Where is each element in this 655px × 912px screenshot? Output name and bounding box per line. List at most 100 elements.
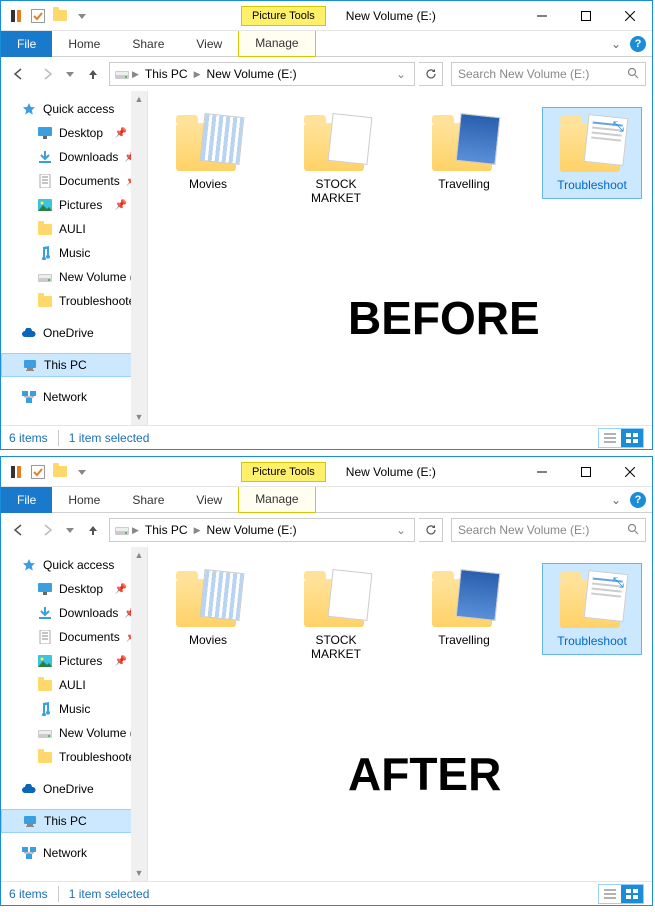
file-tab[interactable]: File xyxy=(1,487,52,513)
chevron-right-icon[interactable]: ▶ xyxy=(192,525,203,536)
address-dropdown-icon[interactable]: ⌄ xyxy=(392,67,410,81)
address-bar[interactable]: ▶ This PC ▶ New Volume (E:) ⌄ xyxy=(109,62,415,86)
details-view-button[interactable] xyxy=(599,885,621,903)
manage-tab[interactable]: Manage xyxy=(238,31,315,57)
share-tab[interactable]: Share xyxy=(116,487,180,513)
chevron-right-icon[interactable]: ▶ xyxy=(130,69,141,80)
qat-dropdown-icon[interactable] xyxy=(73,7,91,25)
folder-item[interactable]: Movies xyxy=(158,107,258,197)
file-tab[interactable]: File xyxy=(1,31,52,57)
ribbon-expand-icon[interactable]: ⌄ xyxy=(606,37,626,51)
folder-item[interactable]: ⤡Troubleshoot xyxy=(542,107,642,199)
breadcrumb-volume[interactable]: New Volume (E:) xyxy=(203,67,301,81)
folder-item[interactable]: STOCK MARKET xyxy=(286,107,386,211)
ribbon-expand-icon[interactable]: ⌄ xyxy=(606,493,626,507)
folder-item[interactable]: STOCK MARKET xyxy=(286,563,386,667)
refresh-button[interactable] xyxy=(419,518,443,542)
search-input[interactable]: Search New Volume (E:) xyxy=(451,62,646,86)
maximize-button[interactable] xyxy=(564,2,608,30)
minimize-button[interactable] xyxy=(520,458,564,486)
scroll-up-icon[interactable]: ▲ xyxy=(131,547,147,563)
breadcrumb-this-pc[interactable]: This PC xyxy=(141,523,192,537)
home-tab[interactable]: Home xyxy=(52,487,116,513)
qat-properties-icon[interactable] xyxy=(7,7,25,25)
sidebar-item[interactable]: Desktop📌 xyxy=(1,121,147,145)
close-button[interactable] xyxy=(608,458,652,486)
qat-folder-icon[interactable] xyxy=(51,463,69,481)
scroll-down-icon[interactable]: ▼ xyxy=(131,865,147,881)
view-tab[interactable]: View xyxy=(180,487,238,513)
sidebar-item[interactable]: AULI xyxy=(1,673,147,697)
star-icon xyxy=(21,101,37,117)
qat-properties-icon[interactable] xyxy=(7,463,25,481)
scroll-up-icon[interactable]: ▲ xyxy=(131,91,147,107)
help-button[interactable]: ? xyxy=(630,36,646,52)
sidebar-item[interactable]: AULI xyxy=(1,217,147,241)
manage-tab[interactable]: Manage xyxy=(238,487,315,513)
up-button[interactable] xyxy=(81,518,105,542)
help-button[interactable]: ? xyxy=(630,492,646,508)
sidebar-item[interactable]: Pictures📌 xyxy=(1,193,147,217)
share-tab[interactable]: Share xyxy=(116,31,180,57)
minimize-button[interactable] xyxy=(520,2,564,30)
sidebar-network[interactable]: Network xyxy=(1,385,147,409)
forward-button[interactable] xyxy=(35,518,59,542)
navigation-pane: Quick access Desktop📌Downloads📌Documents… xyxy=(1,547,148,881)
chevron-right-icon[interactable]: ▶ xyxy=(130,525,141,536)
forward-button[interactable] xyxy=(35,62,59,86)
sidebar-item[interactable]: Troubleshooter W xyxy=(1,745,147,769)
folder-item[interactable]: Travelling xyxy=(414,107,514,197)
home-tab[interactable]: Home xyxy=(52,31,116,57)
sidebar-item[interactable]: Documents📌 xyxy=(1,625,147,649)
up-button[interactable] xyxy=(81,62,105,86)
sidebar-network[interactable]: Network xyxy=(1,841,147,865)
search-input[interactable]: Search New Volume (E:) xyxy=(451,518,646,542)
icons-view-button[interactable] xyxy=(621,429,643,447)
folder-label: Troubleshoot xyxy=(557,178,627,192)
sidebar-onedrive[interactable]: OneDrive xyxy=(1,777,147,801)
scroll-down-icon[interactable]: ▼ xyxy=(131,409,147,425)
sidebar-item[interactable]: New Volume (E:) xyxy=(1,265,147,289)
sidebar-item[interactable]: Troubleshooter W xyxy=(1,289,147,313)
icons-view-button[interactable] xyxy=(621,885,643,903)
qat-dropdown-icon[interactable] xyxy=(73,463,91,481)
folder-item[interactable]: Travelling xyxy=(414,563,514,653)
content-pane[interactable]: Movies STOCK MARKET Travelling ⤡Troubleshoo… xyxy=(148,91,652,425)
qat-checkbox-icon[interactable] xyxy=(29,7,47,25)
maximize-button[interactable] xyxy=(564,458,608,486)
sidebar-item[interactable]: Music xyxy=(1,241,147,265)
back-button[interactable] xyxy=(7,62,31,86)
sidebar-scrollbar[interactable]: ▲ ▼ xyxy=(131,91,147,425)
address-dropdown-icon[interactable]: ⌄ xyxy=(392,523,410,537)
sidebar-scrollbar[interactable]: ▲ ▼ xyxy=(131,547,147,881)
view-tab[interactable]: View xyxy=(180,31,238,57)
chevron-right-icon[interactable]: ▶ xyxy=(192,69,203,80)
sidebar-item[interactable]: New Volume (E:) xyxy=(1,721,147,745)
sidebar-this-pc[interactable]: This PC xyxy=(1,353,147,377)
sidebar-item[interactable]: Downloads📌 xyxy=(1,145,147,169)
recent-dropdown-icon[interactable] xyxy=(63,62,77,86)
address-bar[interactable]: ▶ This PC ▶ New Volume (E:) ⌄ xyxy=(109,518,415,542)
qat-checkbox-icon[interactable] xyxy=(29,463,47,481)
sidebar-item[interactable]: Music xyxy=(1,697,147,721)
breadcrumb-volume[interactable]: New Volume (E:) xyxy=(203,523,301,537)
refresh-button[interactable] xyxy=(419,62,443,86)
breadcrumb-this-pc[interactable]: This PC xyxy=(141,67,192,81)
back-button[interactable] xyxy=(7,518,31,542)
folder-item[interactable]: ⤡Troubleshoot xyxy=(542,563,642,655)
sidebar-item[interactable]: Downloads📌 xyxy=(1,601,147,625)
sidebar-item[interactable]: Documents📌 xyxy=(1,169,147,193)
folder-item[interactable]: Movies xyxy=(158,563,258,653)
sidebar-quick-access[interactable]: Quick access xyxy=(1,553,147,577)
content-pane[interactable]: Movies STOCK MARKET Travelling ⤡Troubleshoo… xyxy=(148,547,652,881)
sidebar-onedrive[interactable]: OneDrive xyxy=(1,321,147,345)
sidebar-quick-access[interactable]: Quick access xyxy=(1,97,147,121)
close-button[interactable] xyxy=(608,2,652,30)
sidebar-item[interactable]: Pictures📌 xyxy=(1,649,147,673)
recent-dropdown-icon[interactable] xyxy=(63,518,77,542)
pic-icon xyxy=(37,197,53,213)
sidebar-this-pc[interactable]: This PC xyxy=(1,809,147,833)
qat-folder-icon[interactable] xyxy=(51,7,69,25)
details-view-button[interactable] xyxy=(599,429,621,447)
sidebar-item[interactable]: Desktop📌 xyxy=(1,577,147,601)
